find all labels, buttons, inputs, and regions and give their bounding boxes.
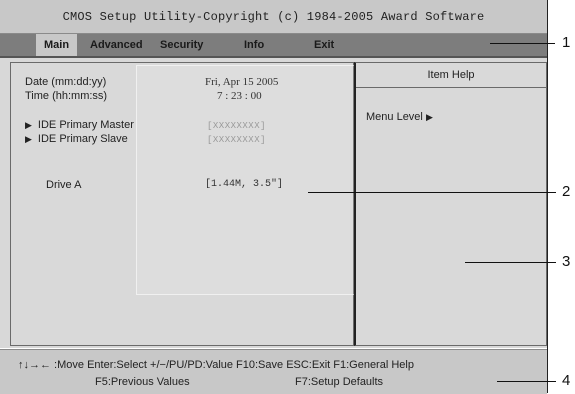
callout-line-3: [465, 262, 556, 263]
play-arrow-icon: ▶: [425, 112, 433, 122]
callout-number-1: 1: [562, 34, 571, 51]
ide-master-value: [XXXXXXXX]: [207, 121, 267, 131]
callout-line-4: [497, 381, 556, 382]
settings-panel: Date (mm:dd:yy) Fri, Apr 15 2005 Time (h…: [10, 62, 382, 346]
date-field[interactable]: Fri, Apr 15 2005: [205, 76, 278, 88]
submenu-arrow-icon: ▶: [25, 134, 32, 144]
tab-security[interactable]: Security: [152, 34, 211, 56]
callout-line-1: [490, 43, 555, 44]
drive-a-field[interactable]: [1.44M, 3.5"]: [205, 179, 283, 190]
ide-slave-label: IDE Primary Slave: [37, 133, 128, 145]
ide-master-label: IDE Primary Master: [37, 119, 134, 131]
time-field[interactable]: 7 : 23 : 00: [217, 90, 262, 102]
key-help-setup-defaults: F7:Setup Defaults: [295, 376, 384, 388]
key-help-footer: ↑↓→← :Move Enter:Select +/−/PU/PD:Value …: [0, 349, 547, 394]
drive-a-label: Drive A: [46, 179, 82, 191]
callout-number-2: 2: [562, 183, 571, 200]
callout-number-4: 4: [562, 372, 571, 389]
bios-screen: CMOS Setup Utility-Copyright (c) 1984-20…: [0, 0, 548, 394]
callout-line-2: [308, 192, 556, 193]
key-help-previous-values: F5:Previous Values: [95, 376, 190, 388]
ide-master-item[interactable]: ▶ IDE Primary Master: [25, 119, 134, 131]
date-label: Date (mm:dd:yy): [25, 76, 107, 88]
item-help-panel: Item Help Menu Level ▶: [354, 62, 547, 346]
main-area: Date (mm:dd:yy) Fri, Apr 15 2005 Time (h…: [0, 58, 547, 348]
menu-level: Menu Level ▶: [366, 111, 433, 123]
key-help-line-1: ↑↓→← :Move Enter:Select +/−/PU/PD:Value …: [18, 359, 414, 371]
tab-advanced[interactable]: Advanced: [82, 34, 151, 56]
item-help-title: Item Help: [356, 63, 546, 88]
ide-slave-value: [XXXXXXXX]: [207, 135, 267, 145]
tab-main[interactable]: Main: [36, 34, 78, 56]
time-label: Time (hh:mm:ss): [25, 90, 108, 102]
tab-info[interactable]: Info: [236, 34, 272, 56]
ide-slave-item[interactable]: ▶ IDE Primary Slave: [25, 133, 128, 145]
tab-exit[interactable]: Exit: [306, 34, 342, 56]
title-bar: CMOS Setup Utility-Copyright (c) 1984-20…: [0, 0, 547, 34]
submenu-arrow-icon: ▶: [25, 120, 32, 130]
menu-level-label: Menu Level: [366, 111, 423, 123]
callout-number-3: 3: [562, 253, 571, 270]
menu-bar: Main Advanced Security Info Exit: [0, 34, 547, 58]
